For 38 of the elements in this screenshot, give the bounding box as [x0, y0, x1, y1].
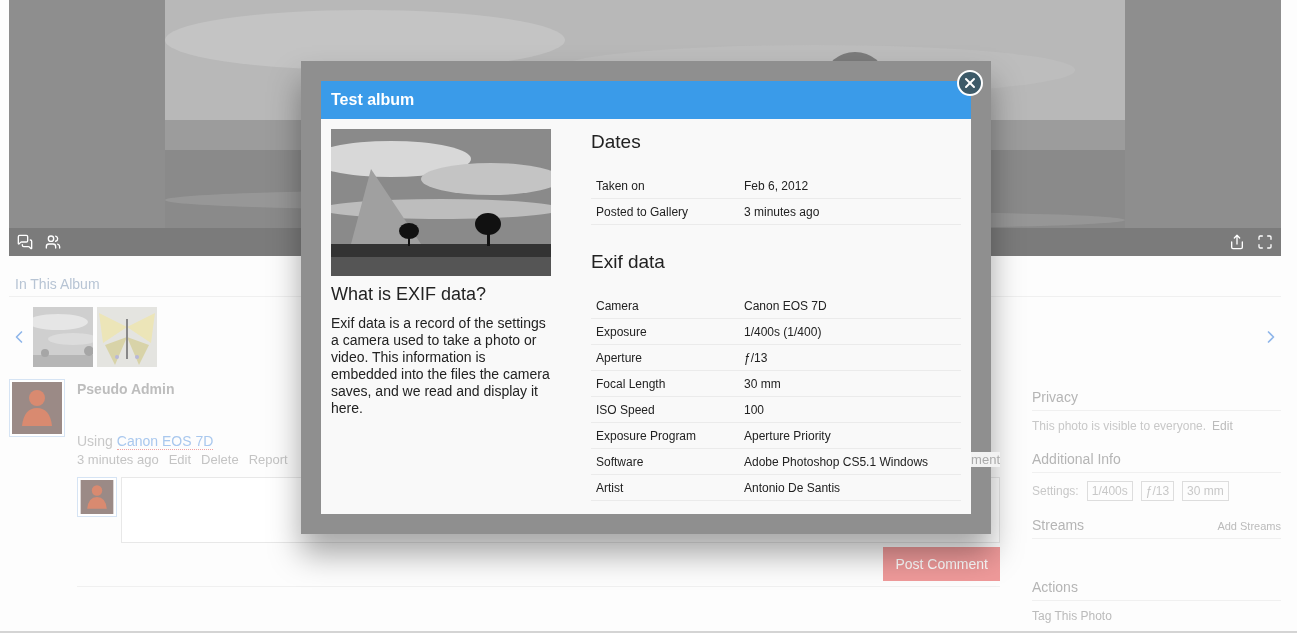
- comment-action-link[interactable]: Report: [248, 452, 288, 467]
- row-label: Artist: [596, 480, 625, 495]
- row-value: Antonio De Santis: [744, 480, 841, 495]
- row-value: Aperture Priority: [744, 428, 831, 443]
- row-value: 30 mm: [744, 376, 781, 391]
- sidebar-heading: Additional Info: [1032, 451, 1121, 467]
- row-value: 100: [744, 402, 765, 417]
- row-value: 1/400s (1/400): [744, 324, 822, 339]
- post-comment-button[interactable]: Post Comment: [883, 547, 1000, 581]
- comment-author: Pseudo Admin: [77, 381, 175, 397]
- users-icon[interactable]: [45, 234, 61, 250]
- sidebar-heading: Privacy: [1032, 389, 1078, 405]
- comments-icon[interactable]: [17, 234, 33, 250]
- row-value: ƒ/13: [744, 350, 768, 365]
- comment-link[interactable]: ment: [971, 452, 1000, 467]
- row-label: ISO Speed: [596, 402, 656, 417]
- sidebar-heading: Streams: [1032, 517, 1085, 533]
- comment-action-link[interactable]: Edit: [168, 452, 192, 467]
- row-label: Software: [596, 454, 645, 469]
- row-label: Aperture: [596, 350, 644, 365]
- row-value: Adobe Photoshop CS5.1 Windows: [744, 454, 929, 469]
- row-label: Focal Length: [596, 376, 667, 391]
- add-streams-link[interactable]: Add Streams: [1217, 520, 1281, 532]
- comment-action-link[interactable]: Delete: [201, 452, 239, 467]
- edit-link[interactable]: Edit: [1212, 419, 1233, 433]
- fullscreen-icon[interactable]: [1257, 234, 1273, 250]
- action-link[interactable]: Tag This Photo: [1032, 609, 1112, 623]
- row-label: Exposure: [596, 324, 648, 339]
- row-value: Canon EOS 7D: [744, 298, 827, 313]
- row-label: Camera: [596, 298, 640, 313]
- avatar: [9, 379, 65, 437]
- comment-time: 3 minutes ago: [77, 452, 159, 467]
- camera-link[interactable]: Canon EOS 7D: [116, 433, 214, 450]
- sidebar-heading: Actions: [1032, 579, 1078, 595]
- share-icon[interactable]: [1229, 234, 1245, 250]
- avatar: [77, 477, 117, 517]
- info-paragraph: Exif data is a record of the settings a camera used to take a photo or video. This information is embedded into the files the camera saves, and we read and display it here.: [331, 315, 551, 417]
- row-label: Exposure Program: [596, 428, 698, 443]
